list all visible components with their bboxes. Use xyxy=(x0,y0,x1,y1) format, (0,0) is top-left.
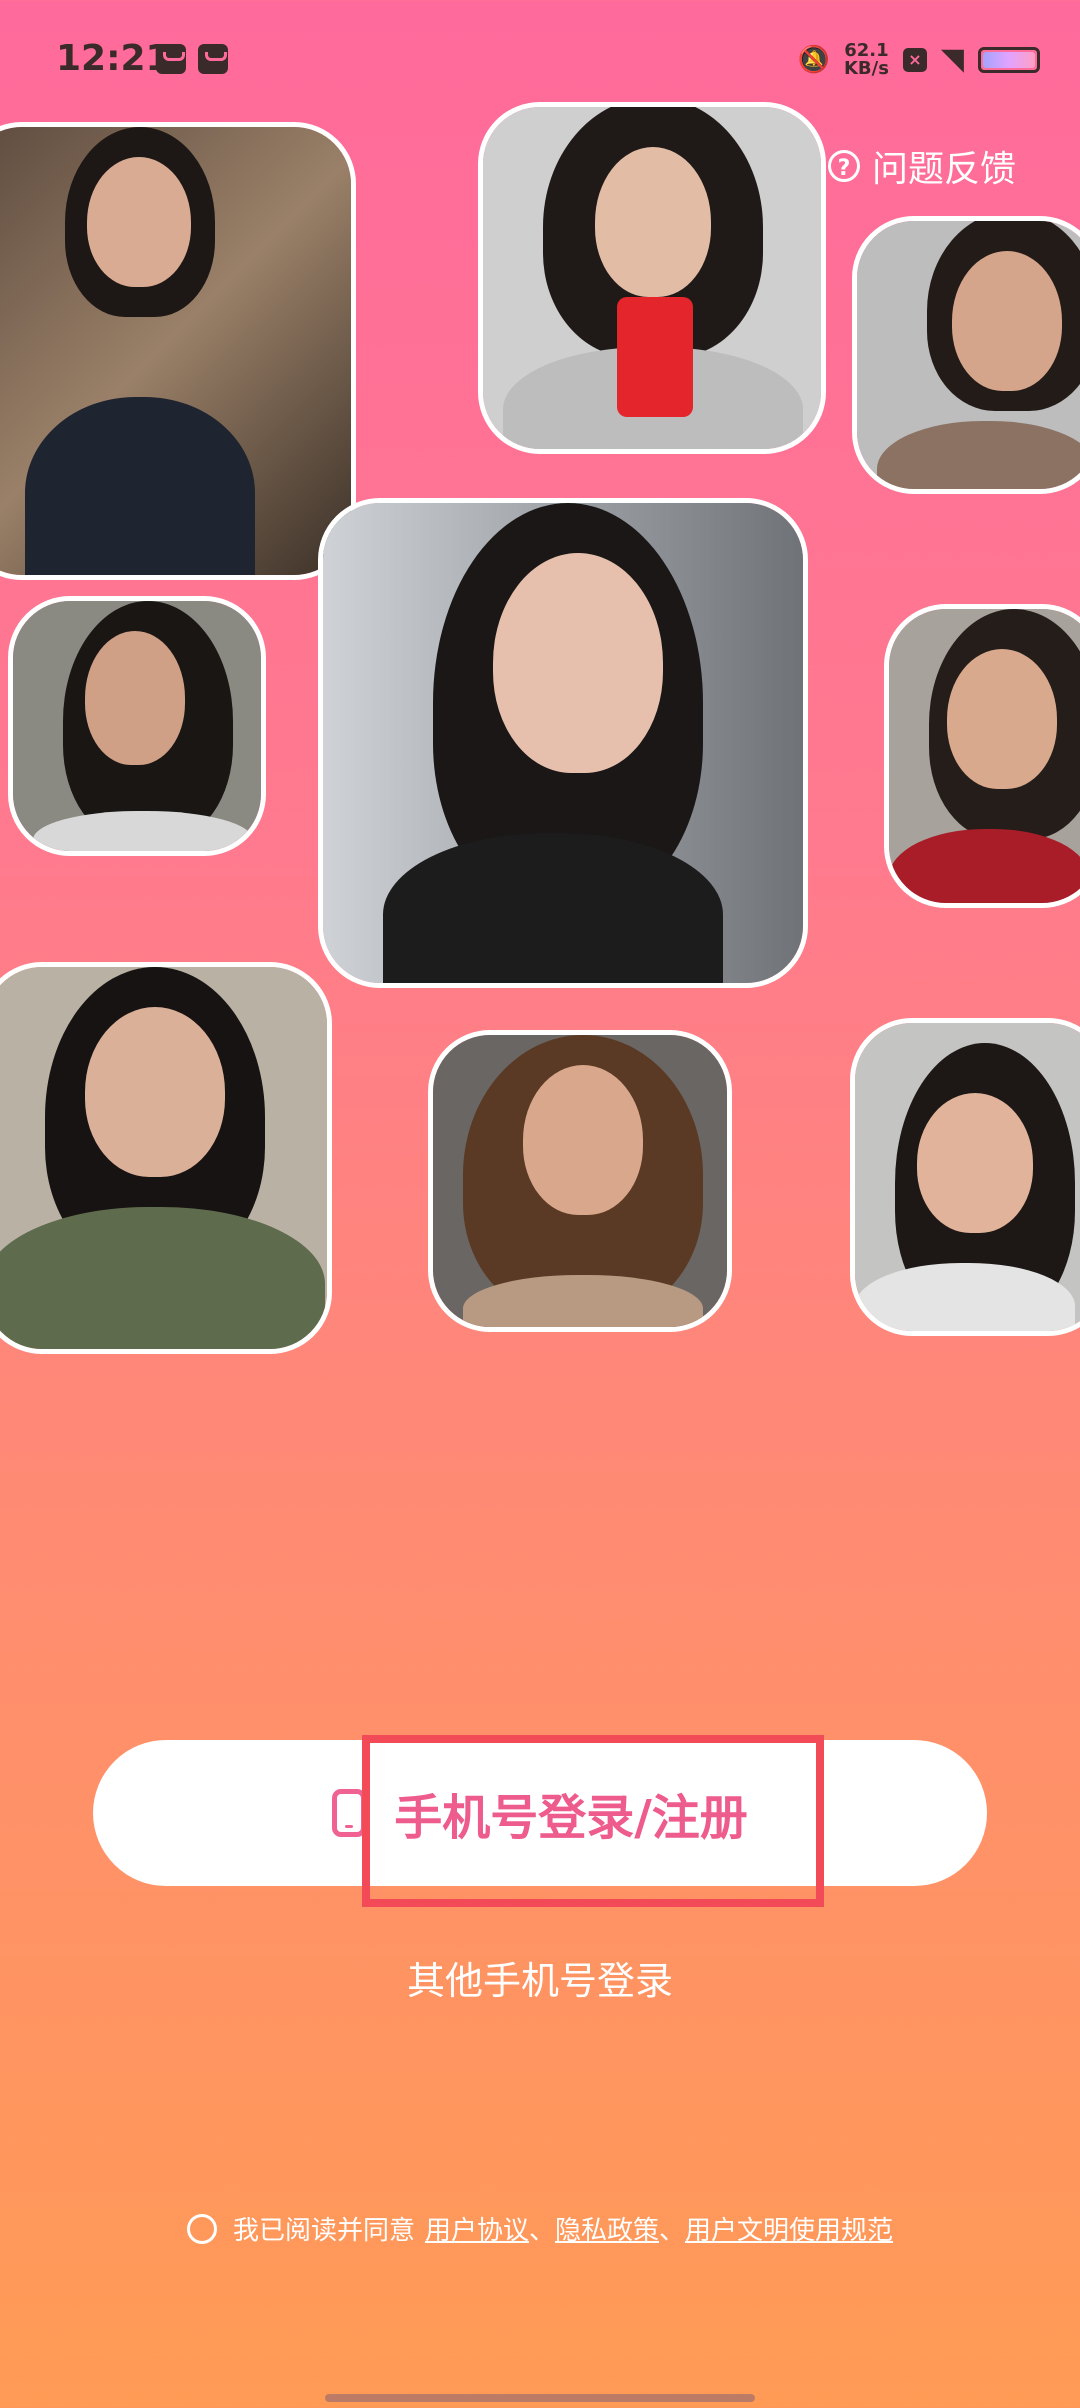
battery-icon xyxy=(978,47,1040,73)
profile-photo xyxy=(0,122,356,580)
network-speed: 62.1 KB/s xyxy=(843,40,889,79)
status-time: 12:21 xyxy=(56,38,171,79)
phone-login-button[interactable]: 手机号登录/注册 xyxy=(93,1740,987,1886)
phone-icon xyxy=(332,1789,367,1837)
home-indicator[interactable] xyxy=(325,2394,755,2402)
agreement-separator: 、 xyxy=(659,2216,686,2246)
feedback-label: 问题反馈 xyxy=(871,149,1016,190)
status-right: 🔕 62.1 KB/s × ◥ xyxy=(798,40,1040,80)
profile-photo xyxy=(428,1030,732,1332)
no-sim-icon: × xyxy=(902,48,927,72)
phone-login-label: 手机号登录/注册 xyxy=(394,1790,748,1846)
agreement-separator: 、 xyxy=(528,2216,555,2246)
privacy-policy-link[interactable]: 隐私政策 xyxy=(555,2210,659,2247)
agreement-prefix: 我已阅读并同意 xyxy=(232,2216,415,2246)
help-icon: ? xyxy=(827,150,860,182)
profile-photo xyxy=(478,102,826,454)
profile-photo xyxy=(850,1018,1080,1336)
wifi-icon: ◥ xyxy=(940,42,964,77)
agreement-row: 我已阅读并同意 用户协议 、 隐私政策 、 用户文明使用规范 xyxy=(0,2210,1080,2247)
profile-photo xyxy=(884,604,1080,908)
user-agreement-link[interactable]: 用户协议 xyxy=(425,2210,529,2247)
profile-photo xyxy=(0,962,332,1354)
notification-icon xyxy=(156,44,186,74)
feedback-button[interactable]: ? 问题反馈 xyxy=(827,140,1016,192)
agree-checkbox[interactable] xyxy=(186,2213,217,2244)
profile-photo xyxy=(318,498,808,988)
profile-photo xyxy=(852,216,1080,494)
profile-photo xyxy=(8,596,266,856)
civil-rules-link[interactable]: 用户文明使用规范 xyxy=(685,2210,893,2247)
mute-bell-icon: 🔕 xyxy=(797,45,830,75)
notification-icon xyxy=(198,44,228,74)
other-phone-login-link[interactable]: 其他手机号登录 xyxy=(0,1950,1080,2005)
